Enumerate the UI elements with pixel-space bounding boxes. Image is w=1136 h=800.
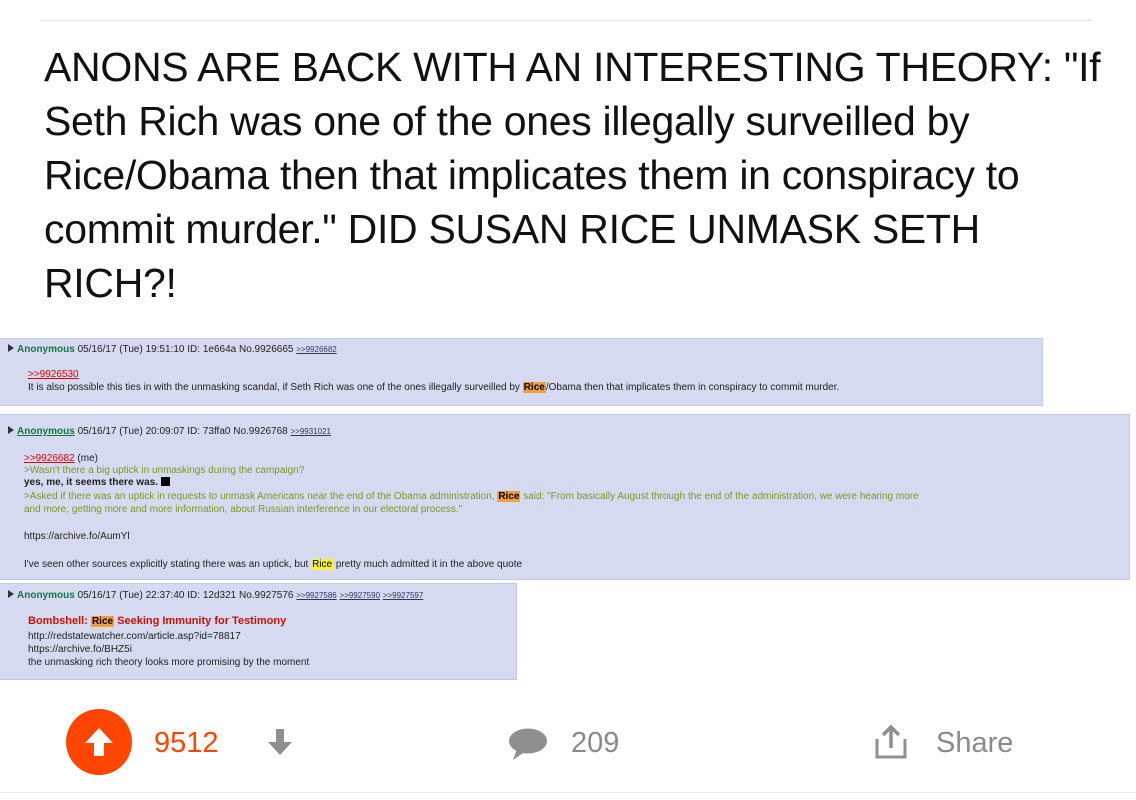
post-body: the unmasking rich theory looks more pro…	[28, 657, 310, 668]
reply-text: yes, me, it seems there was.	[24, 477, 158, 488]
vote-count: 9512	[154, 727, 219, 759]
quote-link[interactable]: >>9926530	[28, 368, 79, 381]
highlighted-word: Rice	[311, 559, 334, 570]
quote-suffix: (me)	[74, 453, 98, 464]
post-title: ANONS ARE BACK WITH AN INTERESTING THEOR…	[44, 44, 1101, 306]
archive-link[interactable]: https://archive.fo/AumYl	[24, 530, 130, 543]
redaction-block	[160, 477, 170, 486]
backlink[interactable]: >>9926682	[296, 345, 337, 354]
thread-post-2: Anonymous 05/16/17 (Tue) 20:09:07 ID: 73…	[0, 414, 1130, 580]
post-meta: 05/16/17 (Tue) 22:37:40 ID: 12d321 No.99…	[77, 590, 294, 601]
greentext-line: and more, getting more and more informat…	[24, 504, 463, 515]
greentext-text: >Asked if there was an uptick in request…	[24, 491, 498, 502]
post-header: Anonymous 05/16/17 (Tue) 19:51:10 ID: 1e…	[8, 343, 337, 356]
quote-link-text[interactable]: >>9926530	[28, 369, 79, 380]
headline-text: Bombshell:	[28, 615, 91, 627]
greentext-text: said: "From basically August through the…	[520, 491, 919, 502]
highlighted-word: Rice	[497, 491, 521, 502]
reply-line: yes, me, it seems there was.	[24, 476, 170, 489]
backlink[interactable]: >>9927586	[296, 591, 337, 600]
article-link[interactable]: http://redstatewatcher.com/article.asp?i…	[28, 630, 241, 643]
backlink[interactable]: >>9927590	[340, 591, 381, 600]
headline-text: Seeking Immunity for Testimony	[114, 615, 287, 627]
top-divider	[40, 20, 1092, 21]
headline-line: Bombshell: Rice Seeking Immunity for Tes…	[28, 615, 286, 628]
expand-arrow-icon	[8, 590, 14, 598]
upvote-arrow-icon	[85, 728, 113, 756]
comment-bubble-icon[interactable]	[507, 727, 549, 761]
share-button[interactable]: Share	[936, 726, 1013, 760]
backlink[interactable]: >>9931021	[291, 427, 332, 436]
post-header: Anonymous 05/16/17 (Tue) 20:09:07 ID: 73…	[8, 425, 331, 438]
share-icon[interactable]	[873, 724, 909, 760]
post-body-text: It is also possible this ties in with th…	[28, 382, 523, 393]
post-body: It is also possible this ties in with th…	[28, 381, 839, 394]
expand-arrow-icon	[8, 344, 14, 352]
comment-count[interactable]: 209	[571, 726, 619, 760]
post-body-text: I've seen other sources explicitly stati…	[24, 559, 312, 570]
bottom-divider	[0, 792, 1136, 793]
thread-post-1: Anonymous 05/16/17 (Tue) 19:51:10 ID: 1e…	[0, 338, 1043, 406]
upvote-button[interactable]	[66, 709, 132, 775]
post-body: I've seen other sources explicitly stati…	[24, 558, 522, 571]
poster-name: Anonymous	[17, 590, 75, 601]
downvote-arrow-icon[interactable]	[265, 727, 295, 757]
post-header: Anonymous 05/16/17 (Tue) 22:37:40 ID: 12…	[8, 589, 423, 602]
post-meta: 05/16/17 (Tue) 19:51:10 ID: 1e664a No.99…	[77, 344, 294, 355]
post-body-text: /Obama then that implicates them in cons…	[545, 382, 840, 393]
post-meta: 05/16/17 (Tue) 20:09:07 ID: 73ffa0 No.99…	[77, 426, 288, 437]
expand-arrow-icon	[8, 426, 14, 434]
post-body-text: pretty much admitted it in the above quo…	[333, 559, 523, 570]
poster-name: Anonymous	[17, 426, 75, 437]
archive-link[interactable]: https://archive.fo/BHZ5i	[28, 643, 132, 656]
thread-post-3: Anonymous 05/16/17 (Tue) 22:37:40 ID: 12…	[0, 583, 517, 680]
poster-name: Anonymous	[17, 344, 75, 355]
greentext-line: >Asked if there was an uptick in request…	[24, 490, 919, 503]
quote-link[interactable]: >>9926682	[24, 453, 75, 464]
backlink[interactable]: >>9927597	[383, 591, 424, 600]
highlighted-word: Rice	[522, 382, 546, 393]
highlighted-word: Rice	[90, 616, 115, 627]
